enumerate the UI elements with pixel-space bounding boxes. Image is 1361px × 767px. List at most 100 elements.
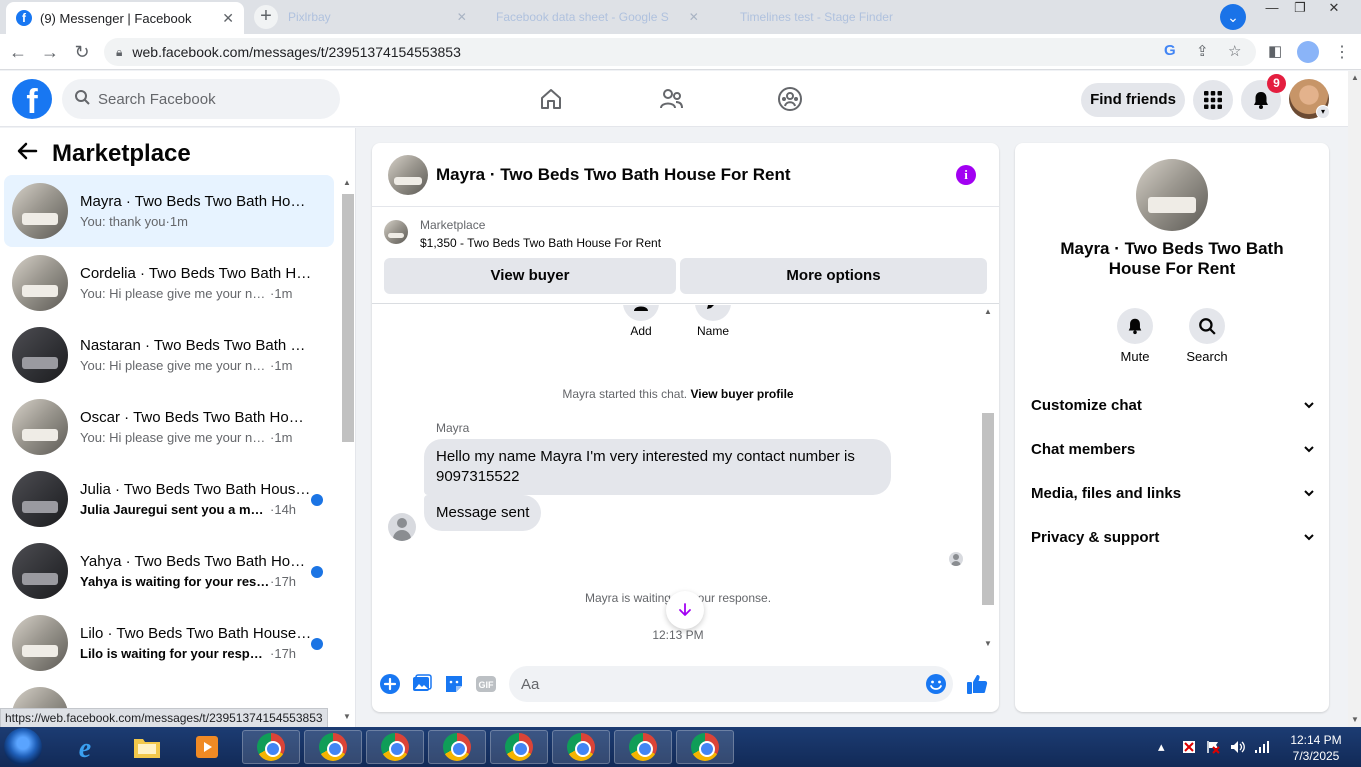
chrome-window-icon[interactable] <box>304 730 362 764</box>
tab-search-chevron-icon[interactable]: ⌄ <box>1220 4 1246 30</box>
mute-action[interactable]: Mute <box>1105 308 1165 364</box>
account-chevron-down-icon[interactable]: ▾ <box>1316 105 1330 119</box>
background-tab[interactable]: Timelines test - Stage Finder <box>740 6 893 28</box>
chrome-window-icon[interactable] <box>676 730 734 764</box>
privacy-support-section[interactable]: Privacy & support <box>1031 515 1315 559</box>
friends-icon[interactable] <box>657 85 685 113</box>
home-icon[interactable] <box>537 85 565 113</box>
scroll-down-icon[interactable]: ▼ <box>1351 715 1359 724</box>
conversation-item[interactable]: Julia · Two Beds Two Bath House For Rent… <box>4 463 334 535</box>
system-clock[interactable]: 12:14 PM 7/3/2025 <box>1284 732 1348 764</box>
network-signal-icon[interactable] <box>1254 727 1270 767</box>
page-scrollbar[interactable]: ▲ ▼ <box>1348 71 1361 727</box>
browser-profile-icon[interactable] <box>1297 41 1319 63</box>
chat-members-section[interactable]: Chat members <box>1031 427 1315 471</box>
scroll-up-icon[interactable]: ▲ <box>984 307 992 316</box>
start-button-icon[interactable] <box>4 728 42 766</box>
facebook-search-box[interactable] <box>62 79 340 119</box>
background-tab[interactable]: Pixlrbay ✕ <box>288 6 467 28</box>
security-tray-icon[interactable] <box>1182 727 1196 767</box>
view-buyer-profile-link[interactable]: View buyer profile <box>690 387 793 401</box>
conversation-item[interactable]: Nastaran · Two Beds Two Bath House For R… <box>4 319 334 391</box>
conversation-item[interactable]: Oscar · Two Beds Two Bath House For Rent… <box>4 391 334 463</box>
share-icon[interactable]: ⇪ <box>1196 42 1209 60</box>
listing-price-title[interactable]: $1,350 - Two Beds Two Bath House For Ren… <box>420 236 661 250</box>
more-options-button[interactable]: More options <box>680 258 987 294</box>
gif-icon[interactable]: GIF <box>475 673 497 695</box>
view-buyer-button[interactable]: View buyer <box>384 258 676 294</box>
listing-thumbnail[interactable] <box>1136 159 1208 231</box>
scroll-down-icon[interactable]: ▼ <box>343 712 351 721</box>
new-tab-button[interactable]: + <box>254 5 278 29</box>
sticker-icon[interactable] <box>443 673 465 695</box>
window-close-icon[interactable]: ✕ <box>1320 0 1348 18</box>
action-center-icon[interactable] <box>1206 727 1220 767</box>
photo-gallery-icon[interactable] <box>411 673 433 695</box>
scroll-down-icon[interactable]: ▼ <box>984 639 992 648</box>
chrome-window-icon[interactable] <box>552 730 610 764</box>
media-player-icon[interactable] <box>178 730 236 764</box>
scrollbar-thumb[interactable] <box>982 413 994 605</box>
minimize-icon[interactable]: — <box>1258 0 1286 18</box>
conversation-item[interactable]: Yahya · Two Beds Two Bath House For Rent… <box>4 535 334 607</box>
background-tab[interactable]: Facebook data sheet - Google S ✕ <box>496 6 699 28</box>
thread-scrollbar[interactable]: ▲ ▼ <box>980 305 997 652</box>
groups-icon[interactable] <box>776 85 804 113</box>
forward-arrow-icon[interactable]: → <box>38 40 62 64</box>
search-in-conversation-action[interactable]: Search <box>1177 308 1237 364</box>
conversation-item[interactable]: Mayra · Two Beds Two Bath House For Rent… <box>4 175 334 247</box>
scroll-up-icon[interactable]: ▲ <box>1351 73 1359 82</box>
edit-name-action[interactable]: Name <box>683 305 743 338</box>
conversation-item[interactable]: Lilo · Two Beds Two Bath House For Rent L… <box>4 607 334 679</box>
emoji-icon[interactable] <box>925 673 947 695</box>
scrollbar-thumb[interactable] <box>342 194 354 442</box>
close-tab-icon[interactable]: ✕ <box>457 10 467 24</box>
message-input[interactable] <box>521 666 911 702</box>
sidebar-scrollbar[interactable]: ▲ ▼ <box>341 176 354 724</box>
internet-explorer-icon[interactable]: e <box>56 730 114 764</box>
plus-circle-icon[interactable] <box>379 673 401 695</box>
volume-icon[interactable] <box>1230 727 1246 767</box>
customize-chat-section[interactable]: Customize chat <box>1031 383 1315 427</box>
address-bar[interactable]: 🔒︎ web.facebook.com/messages/t/239513741… <box>104 38 1256 66</box>
browser-tab-messenger[interactable]: f (9) Messenger | Facebook ✕ <box>6 2 244 34</box>
close-tab-icon[interactable]: ✕ <box>222 10 234 27</box>
back-arrow-icon[interactable] <box>16 140 38 168</box>
search-input[interactable] <box>98 90 318 108</box>
conversation-item[interactable]: Cordelia · Two Beds Two Bath House For R… <box>4 247 334 319</box>
message-input-container[interactable] <box>509 666 953 702</box>
close-tab-icon[interactable]: ✕ <box>689 10 699 24</box>
file-explorer-icon[interactable] <box>118 730 176 764</box>
thumbs-up-icon[interactable] <box>966 673 988 695</box>
add-contact-action[interactable]: Add <box>611 305 671 338</box>
side-panel-icon[interactable]: ◧ <box>1268 42 1282 60</box>
restore-icon[interactable]: ❐ <box>1286 0 1314 18</box>
listing-thumbnail[interactable] <box>384 220 408 244</box>
show-hidden-icons-icon[interactable]: ▴ <box>1158 727 1165 767</box>
reload-icon[interactable]: ↻ <box>70 40 94 64</box>
chrome-window-icon[interactable] <box>366 730 424 764</box>
browser-menu-icon[interactable]: ⋮ <box>1334 42 1350 62</box>
chrome-window-icon[interactable] <box>490 730 548 764</box>
lock-icon[interactable]: 🔒︎ <box>116 45 122 60</box>
sender-avatar[interactable] <box>388 513 416 541</box>
chrome-window-icon[interactable] <box>242 730 300 764</box>
menu-grid-icon[interactable] <box>1193 80 1233 120</box>
media-files-links-section[interactable]: Media, files and links <box>1031 471 1315 515</box>
find-friends-button[interactable]: Find friends <box>1081 83 1185 117</box>
scroll-to-bottom-button[interactable] <box>666 591 704 629</box>
google-translate-icon[interactable]: G <box>1164 42 1176 59</box>
message-thread: Add Name Mayra started this chat. View b… <box>372 305 999 652</box>
chrome-window-icon[interactable] <box>614 730 672 764</box>
listing-thumbnail[interactable] <box>388 154 428 195</box>
conversation-info-icon[interactable]: i <box>956 165 976 185</box>
chat-title[interactable]: Mayra · Two Beds Two Bath House For Rent <box>436 165 791 185</box>
facebook-logo-icon[interactable]: f <box>12 79 52 119</box>
back-arrow-icon[interactable]: ← <box>6 40 30 64</box>
chrome-window-icon[interactable] <box>428 730 486 764</box>
bookmark-star-icon[interactable]: ☆ <box>1228 42 1241 60</box>
scroll-up-icon[interactable]: ▲ <box>343 178 351 187</box>
incoming-message-bubble[interactable]: Hello my name Mayra I'm very interested … <box>424 439 891 495</box>
chat-header: Mayra · Two Beds Two Bath House For Rent… <box>372 143 999 207</box>
incoming-message-bubble[interactable]: Message sent <box>424 495 542 531</box>
